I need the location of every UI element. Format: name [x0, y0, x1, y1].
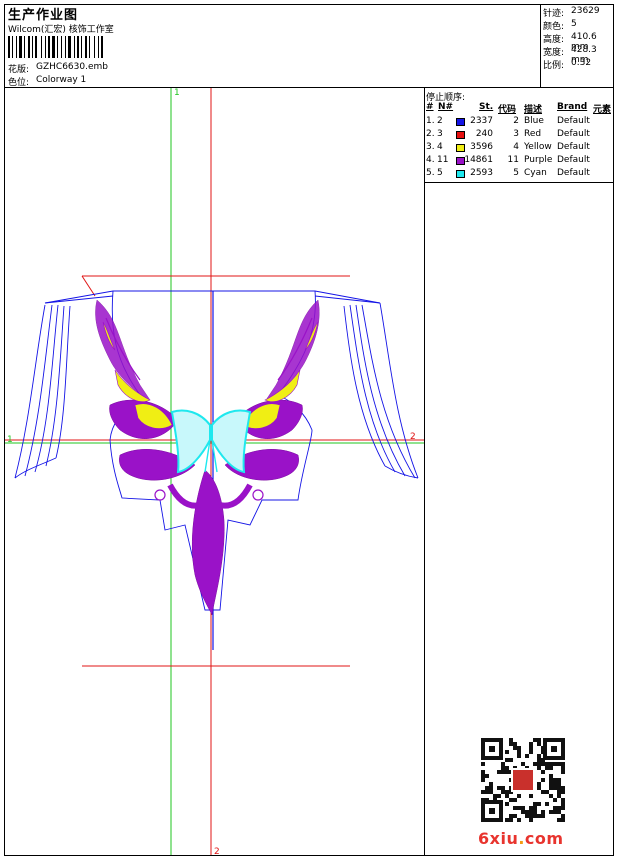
guide-label-red-right: 2 — [410, 432, 416, 442]
colorway-value: Colorway 1 — [36, 75, 87, 85]
row-brand: Default — [557, 116, 590, 126]
color-swatch — [456, 131, 465, 139]
row-code: 4 — [513, 142, 519, 152]
row-n: 11 — [437, 155, 449, 165]
row-n: 4 — [437, 142, 443, 152]
row-code: 5 — [513, 168, 519, 178]
legend-header-st: St. — [479, 102, 494, 112]
watermark-domain-main: 6xiu — [478, 829, 519, 848]
row-desc: Yellow — [524, 142, 552, 152]
color-swatch — [456, 118, 465, 126]
row-num: 1. — [426, 116, 435, 126]
legend-header-code: 代码 — [498, 105, 517, 115]
legend-row: 2. 3 240 3 Red Default — [426, 129, 616, 142]
color-swatch — [456, 170, 465, 178]
row-desc: Blue — [524, 116, 544, 126]
stat-scale: 比例: 0.32 — [543, 58, 591, 71]
row-code: 3 — [513, 129, 519, 139]
seal-icon — [511, 768, 535, 792]
watermark-domain-tld: com — [524, 829, 564, 848]
row-brand: Default — [557, 155, 590, 165]
row-stitches: 2593 — [470, 168, 493, 178]
row-num: 2. — [426, 129, 435, 139]
guide-label-green-top: 1 — [174, 88, 180, 98]
row-desc: Red — [524, 129, 542, 139]
stat-width: 宽度: 428.3 mm — [543, 45, 597, 65]
row-stitches: 2337 — [470, 116, 493, 126]
legend-header-n: N# — [438, 102, 454, 112]
colorway-label: 色位: — [8, 78, 30, 88]
row-code: 11 — [507, 155, 519, 165]
barcode-icon — [8, 36, 103, 58]
legend-row: 1. 2 2337 2 Blue Default — [426, 116, 616, 129]
row-brand: Default — [557, 142, 590, 152]
legend-row: 4. 11 14861 11 Purple Default — [426, 155, 616, 168]
legend-row: 3. 4 3596 4 Yellow Default — [426, 142, 616, 155]
embroidery-design-canvas: 1 1 2 2 — [5, 88, 424, 855]
legend-header-desc: 描述 — [524, 105, 543, 115]
color-swatch — [456, 144, 465, 152]
row-num: 4. — [426, 155, 435, 165]
stat-colors: 颜色: 5 — [543, 19, 577, 32]
row-stitches: 14861 — [464, 155, 493, 165]
stat-value: 0.32 — [571, 58, 592, 68]
stat-height: 高度: 410.6 mm — [543, 32, 597, 52]
row-n: 5 — [437, 168, 443, 178]
canvas-legend-divider — [424, 88, 425, 856]
row-num: 5. — [426, 168, 435, 178]
row-num: 3. — [426, 142, 435, 152]
stat-label: 针迹: — [543, 9, 565, 19]
watermark-domain: 6xiu.com — [478, 829, 564, 848]
row-n: 2 — [437, 116, 443, 126]
stats-divider — [540, 4, 541, 88]
page-title: 生产作业图 — [8, 8, 79, 23]
row-brand: Default — [557, 129, 590, 139]
stat-label: 颜色: — [543, 22, 565, 32]
guide-label-green-left: 1 — [7, 435, 13, 445]
legend-header-brand: Brand — [557, 102, 588, 112]
stat-value: 23629 — [571, 6, 600, 16]
row-stitches: 240 — [475, 129, 493, 139]
row-brand: Default — [557, 168, 590, 178]
watermark-dot: . — [518, 829, 525, 848]
stat-stitches: 针迹: 23629 — [543, 6, 600, 19]
legend-row: 5. 5 2593 5 Cyan Default — [426, 168, 616, 181]
guide-label-red-bottom: 2 — [214, 847, 220, 855]
stat-label: 比例: — [543, 61, 565, 71]
row-n: 3 — [437, 129, 443, 139]
legend-header-num: # — [426, 102, 434, 112]
design-label: 花版: — [8, 65, 30, 75]
stat-label: 宽度: — [543, 48, 565, 58]
stat-label: 高度: — [543, 35, 565, 45]
design-file: GZHC6630.emb — [36, 62, 108, 72]
stat-value: 5 — [571, 19, 577, 29]
legend-header-element: 元素 — [593, 105, 612, 115]
row-code: 2 — [513, 116, 519, 126]
qr-code-icon — [481, 738, 565, 822]
legend-divider — [424, 182, 614, 183]
row-desc: Purple — [524, 155, 553, 165]
row-stitches: 3596 — [470, 142, 493, 152]
company-name: Wilcom(汇宏) 核饰工作室 — [8, 25, 114, 35]
row-desc: Cyan — [524, 168, 547, 178]
